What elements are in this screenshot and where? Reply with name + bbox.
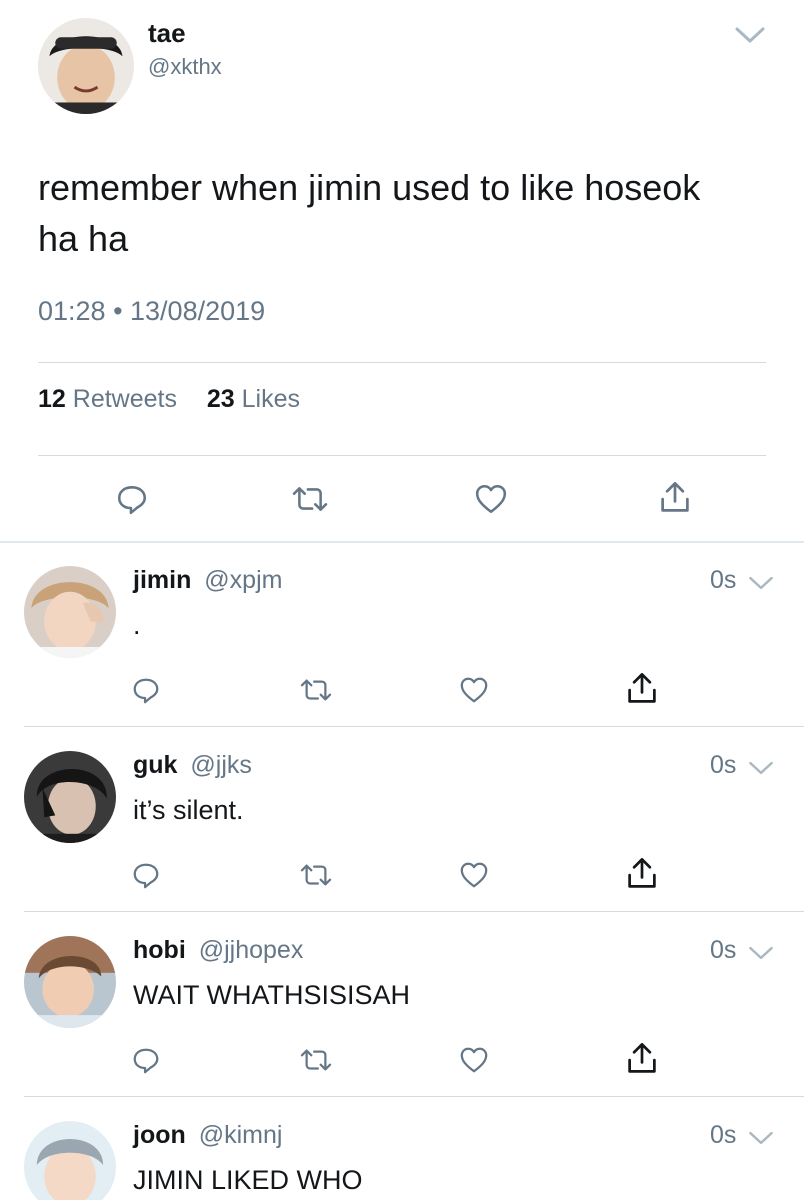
reply-text: JIMIN LIKED WHO bbox=[133, 1165, 363, 1195]
like-button[interactable] bbox=[459, 675, 489, 705]
reply-time: 0s bbox=[710, 751, 737, 779]
reply-icon bbox=[115, 482, 149, 516]
share-button[interactable] bbox=[657, 480, 693, 516]
reply-tweet[interactable]: jimin @xpjm 0s . bbox=[0, 542, 804, 727]
like-button[interactable] bbox=[459, 1045, 489, 1075]
reply-icon bbox=[131, 860, 161, 890]
share-button[interactable] bbox=[624, 671, 660, 707]
reply-header: jimin @xpjm bbox=[133, 566, 282, 595]
tweet-detail-page: tae @xkthx remember when jimin used to l… bbox=[0, 0, 804, 1200]
reply-header: guk @jjks bbox=[133, 751, 252, 780]
reply-button[interactable] bbox=[131, 860, 161, 890]
retweet-icon bbox=[297, 860, 335, 890]
reply-time: 0s bbox=[710, 936, 737, 964]
tweet-stats: 12 Retweets 23 Likes bbox=[38, 385, 300, 414]
retweet-button[interactable] bbox=[297, 1045, 335, 1075]
reply-button[interactable] bbox=[115, 482, 149, 516]
heart-icon bbox=[474, 482, 508, 516]
retweet-button[interactable] bbox=[297, 860, 335, 890]
share-icon bbox=[624, 856, 660, 892]
share-button[interactable] bbox=[624, 1041, 660, 1077]
share-button[interactable] bbox=[624, 856, 660, 892]
reply-author-handle[interactable]: @kimnj bbox=[199, 1121, 283, 1149]
chevron-down-icon[interactable] bbox=[748, 944, 774, 962]
reply-header: hobi @jjhopex bbox=[133, 936, 303, 965]
avatar[interactable] bbox=[38, 18, 134, 114]
retweet-button[interactable] bbox=[297, 675, 335, 705]
retweet-icon bbox=[297, 1045, 335, 1075]
reply-tweet[interactable]: joon @kimnj 0s JIMIN LIKED WHO bbox=[0, 1097, 804, 1200]
main-tweet: tae @xkthx remember when jimin used to l… bbox=[0, 0, 804, 542]
reply-button[interactable] bbox=[131, 1045, 161, 1075]
avatar[interactable] bbox=[24, 751, 116, 843]
retweets-label[interactable]: Retweets bbox=[73, 385, 177, 413]
reply-author-name[interactable]: jimin bbox=[133, 566, 191, 594]
reply-author-name[interactable]: hobi bbox=[133, 936, 186, 964]
avatar[interactable] bbox=[24, 936, 116, 1028]
retweet-icon bbox=[288, 482, 332, 516]
reply-text: . bbox=[133, 610, 141, 640]
heart-icon bbox=[459, 675, 489, 705]
chevron-down-icon[interactable] bbox=[734, 24, 766, 46]
reply-author-handle[interactable]: @jjks bbox=[190, 751, 252, 779]
reply-tweet[interactable]: guk @jjks 0s it’s silent. bbox=[0, 727, 804, 912]
divider bbox=[38, 362, 766, 363]
tweet-text: remember when jimin used to like hoseok … bbox=[38, 167, 701, 259]
likes-count[interactable]: 23 bbox=[207, 385, 235, 413]
retweet-icon bbox=[297, 675, 335, 705]
avatar[interactable] bbox=[24, 1121, 116, 1200]
retweet-button[interactable] bbox=[288, 482, 332, 516]
chevron-down-icon[interactable] bbox=[748, 759, 774, 777]
chevron-down-icon[interactable] bbox=[748, 1129, 774, 1147]
reply-header: joon @kimnj bbox=[133, 1121, 282, 1150]
share-icon bbox=[624, 1041, 660, 1077]
share-icon bbox=[624, 671, 660, 707]
reply-author-handle[interactable]: @jjhopex bbox=[199, 936, 304, 964]
retweets-count[interactable]: 12 bbox=[38, 385, 66, 413]
reply-author-handle[interactable]: @xpjm bbox=[204, 566, 282, 594]
avatar[interactable] bbox=[24, 566, 116, 658]
heart-icon bbox=[459, 1045, 489, 1075]
reply-text: WAIT WHATHSISISAH bbox=[133, 980, 411, 1010]
reply-time: 0s bbox=[710, 1121, 737, 1149]
chevron-down-icon[interactable] bbox=[748, 574, 774, 592]
like-button[interactable] bbox=[459, 860, 489, 890]
author-name[interactable]: tae bbox=[148, 18, 186, 49]
tweet-timestamp: 01:28 • 13/08/2019 bbox=[38, 296, 266, 326]
share-icon bbox=[657, 480, 693, 516]
like-button[interactable] bbox=[474, 482, 508, 516]
reply-author-name[interactable]: joon bbox=[133, 1121, 186, 1149]
divider bbox=[38, 455, 766, 456]
reply-text: it’s silent. bbox=[133, 795, 244, 825]
reply-author-name[interactable]: guk bbox=[133, 751, 177, 779]
likes-label[interactable]: Likes bbox=[242, 385, 300, 413]
reply-time: 0s bbox=[710, 566, 737, 594]
heart-icon bbox=[459, 860, 489, 890]
reply-tweet[interactable]: hobi @jjhopex 0s WAIT WHATHSISISAH bbox=[0, 912, 804, 1097]
reply-icon bbox=[131, 1045, 161, 1075]
reply-button[interactable] bbox=[131, 675, 161, 705]
reply-icon bbox=[131, 675, 161, 705]
author-handle[interactable]: @xkthx bbox=[148, 54, 222, 80]
